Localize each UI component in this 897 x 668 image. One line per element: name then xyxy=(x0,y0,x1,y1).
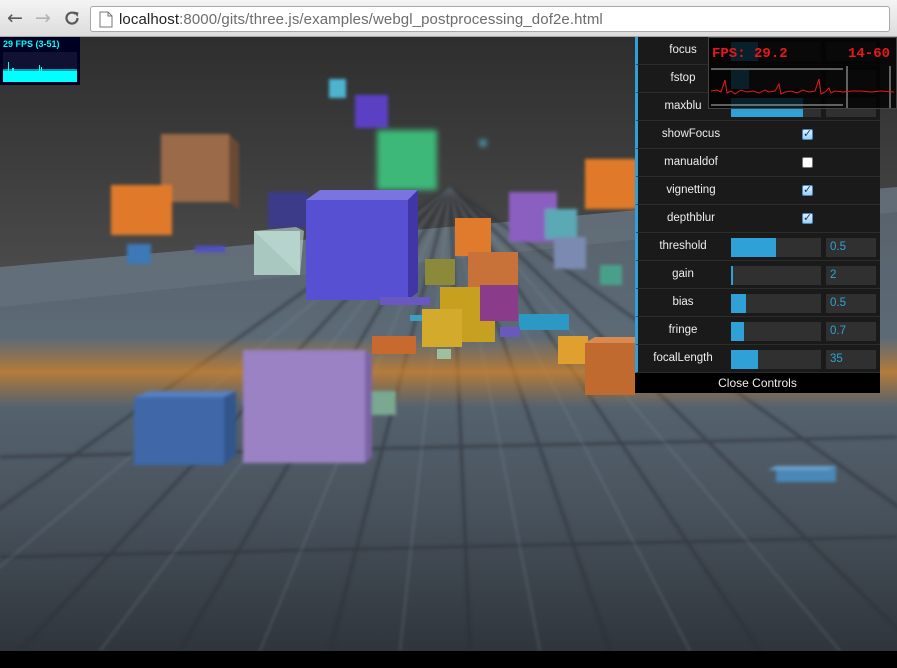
fps-range-text: 14-60 xyxy=(847,46,890,62)
back-arrow-icon[interactable]: ← xyxy=(4,6,26,30)
control-gain[interactable]: gain 2 xyxy=(635,261,880,289)
control-threshold[interactable]: threshold 0.5 xyxy=(635,233,880,261)
slider-fill xyxy=(731,322,744,341)
slider-fill xyxy=(731,238,776,257)
manualdof-checkbox[interactable] xyxy=(802,157,813,168)
control-depthblur[interactable]: depthblur xyxy=(635,205,880,233)
control-fringe[interactable]: fringe 0.7 xyxy=(635,317,880,345)
slider-fill xyxy=(731,266,733,285)
browser-toolbar: ← → localhost:8000/gits/three.js/example… xyxy=(0,0,897,37)
bottom-strip xyxy=(0,651,897,668)
gain-value[interactable]: 2 xyxy=(826,266,876,285)
bias-value[interactable]: 0.5 xyxy=(826,294,876,313)
control-label: fringe xyxy=(668,324,698,336)
slider-fill xyxy=(731,350,758,369)
control-label: threshold xyxy=(659,240,707,252)
focallength-slider[interactable] xyxy=(731,350,821,369)
control-showfocus[interactable]: showFocus xyxy=(635,121,880,149)
control-label: showFocus xyxy=(661,128,721,140)
control-label: gain xyxy=(672,268,694,280)
address-bar[interactable]: localhost:8000/gits/three.js/examples/we… xyxy=(90,6,890,32)
fringe-slider[interactable] xyxy=(731,322,821,341)
fps-meter: FPS: 29.2 14-60 xyxy=(708,37,897,109)
reload-icon[interactable] xyxy=(61,6,83,30)
forward-arrow-icon[interactable]: → xyxy=(32,6,54,30)
control-focallength[interactable]: focalLength 35 xyxy=(635,345,880,373)
control-vignetting[interactable]: vignetting xyxy=(635,177,880,205)
control-manualdof[interactable]: manualdof xyxy=(635,149,880,177)
focallength-value[interactable]: 35 xyxy=(826,350,876,369)
stats-panel[interactable]: 29 FPS (3-51) xyxy=(0,37,80,85)
showfocus-checkbox[interactable] xyxy=(802,127,813,140)
stats-fps-text: 29 FPS (3-51) xyxy=(3,39,60,49)
fps-value-text: FPS: 29.2 xyxy=(712,46,788,62)
control-label: bias xyxy=(672,296,694,308)
vignetting-checkbox[interactable] xyxy=(802,183,813,196)
control-label: depthblur xyxy=(667,212,715,224)
fringe-value[interactable]: 0.7 xyxy=(826,322,876,341)
url-text: localhost:8000/gits/three.js/examples/we… xyxy=(119,10,603,28)
page-icon xyxy=(99,11,113,27)
close-controls-button[interactable]: Close Controls xyxy=(635,373,880,393)
stats-graph xyxy=(3,52,77,82)
fps-graph xyxy=(711,66,894,108)
threshold-value[interactable]: 0.5 xyxy=(826,238,876,257)
control-label: manualdof xyxy=(664,156,718,168)
control-bias[interactable]: bias 0.5 xyxy=(635,289,880,317)
control-label: focalLength xyxy=(653,352,713,364)
bias-slider[interactable] xyxy=(731,294,821,313)
gain-slider[interactable] xyxy=(731,266,821,285)
slider-fill xyxy=(731,294,747,313)
control-label: vignetting xyxy=(666,184,716,196)
depthblur-checkbox[interactable] xyxy=(802,211,813,224)
threshold-slider[interactable] xyxy=(731,238,821,257)
